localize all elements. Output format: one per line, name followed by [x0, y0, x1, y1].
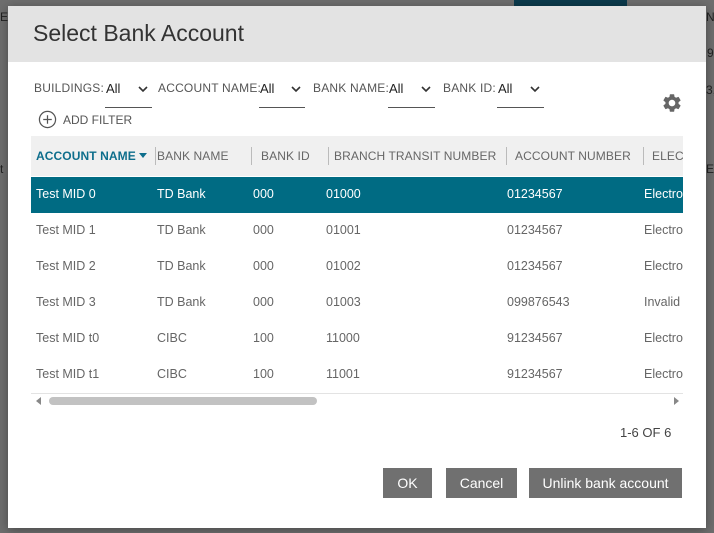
horizontal-scrollbar[interactable]: [31, 394, 683, 408]
cell-electronic: Electro: [644, 259, 683, 273]
background-text: 3,: [706, 83, 714, 97]
cell-electronic: Electro: [644, 367, 683, 381]
account-name-select[interactable]: All: [259, 78, 305, 108]
unlink-bank-account-button[interactable]: Unlink bank account: [529, 468, 682, 498]
cell-bank-id: 000: [253, 295, 274, 309]
sort-desc-icon: [138, 153, 147, 158]
cell-account-number: 01234567: [507, 187, 563, 201]
gear-icon[interactable]: [661, 92, 683, 114]
column-header-bank-name[interactable]: BANK NAME: [152, 136, 252, 176]
plus-circle-icon: [38, 110, 57, 129]
bank-id-select[interactable]: All: [497, 78, 544, 108]
column-header-text: ELECTR: [652, 149, 683, 163]
cell-branch-transit: 01002: [326, 259, 361, 273]
cell-bank-id: 000: [253, 259, 274, 273]
column-divider[interactable]: [643, 147, 644, 165]
cell-bank-name: TD Bank: [157, 187, 206, 201]
column-divider[interactable]: [251, 147, 252, 165]
cell-branch-transit: 01000: [326, 187, 361, 201]
bank-name-select[interactable]: All: [388, 78, 435, 108]
table-row[interactable]: Test MID 1 TD Bank 000 01001 01234567 El…: [31, 213, 683, 250]
column-header-text: BANK NAME: [157, 149, 229, 163]
column-header-electronic[interactable]: ELECTR: [647, 136, 683, 176]
cell-branch-transit: 01003: [326, 295, 361, 309]
select-value: All: [260, 81, 275, 96]
cell-bank-name: TD Bank: [157, 295, 206, 309]
cell-branch-transit: 11000: [326, 331, 360, 345]
column-header-text: BANK ID: [261, 149, 310, 163]
select-value: All: [389, 81, 404, 96]
cell-electronic: Electro: [644, 223, 683, 237]
scrollbar-thumb[interactable]: [49, 397, 317, 405]
bank-account-table: ACCOUNT NAME BANK NAME BANK ID BRANCH TR…: [31, 136, 683, 408]
filter-label: BUILDINGS:: [34, 81, 105, 95]
filter-label: BANK NAME:: [313, 81, 390, 95]
background-text: E: [0, 10, 9, 24]
scroll-left-icon[interactable]: [36, 397, 41, 405]
background-text: N: [706, 10, 714, 24]
cell-electronic: Electro: [644, 187, 683, 201]
cell-branch-transit: 11001: [326, 367, 360, 381]
buildings-select[interactable]: All: [105, 78, 152, 108]
cell-bank-name: CIBC: [157, 331, 187, 345]
cell-bank-name: TD Bank: [157, 259, 206, 273]
dialog-header: Select Bank Account: [8, 6, 706, 62]
column-header-text: ACCOUNT NAME: [36, 149, 136, 163]
cell-account-number: 099876543: [507, 295, 570, 309]
background-text: t: [0, 162, 4, 176]
pagination-count: 1-6 OF 6: [620, 425, 672, 440]
cell-bank-id: 100: [253, 331, 274, 345]
select-bank-account-dialog: Select Bank Account BUILDINGS: All ACCOU…: [8, 6, 706, 528]
cell-account-name: Test MID 0: [36, 187, 96, 201]
chevron-down-icon: [291, 86, 301, 93]
cell-account-number: 91234567: [507, 367, 563, 381]
select-value: All: [106, 81, 121, 96]
scroll-right-icon[interactable]: [674, 397, 679, 405]
add-filter-label: ADD FILTER: [63, 113, 133, 127]
column-header-label: ACCOUNT NAME: [36, 149, 147, 163]
cell-account-name: Test MID 1: [36, 223, 96, 237]
cell-bank-id: 000: [253, 223, 274, 237]
cancel-button[interactable]: Cancel: [446, 468, 517, 498]
dialog-title: Select Bank Account: [33, 20, 244, 46]
cell-account-name: Test MID t0: [36, 331, 100, 345]
background-text: E: [706, 162, 714, 176]
column-divider[interactable]: [506, 147, 507, 165]
cell-bank-id: 000: [253, 187, 274, 201]
select-value: All: [498, 81, 513, 96]
ok-button[interactable]: OK: [383, 468, 432, 498]
cell-account-name: Test MID 3: [36, 295, 96, 309]
chevron-down-icon: [138, 86, 148, 93]
chevron-down-icon: [530, 86, 540, 93]
table-row[interactable]: Test MID t1 CIBC 100 11001 91234567 Elec…: [31, 357, 683, 394]
table-row[interactable]: Test MID 3 TD Bank 000 01003 099876543 I…: [31, 285, 683, 322]
cell-electronic: Electro: [644, 331, 683, 345]
cell-electronic: Invalid: [644, 295, 681, 309]
cell-account-number: 01234567: [507, 259, 563, 273]
column-header-branch-transit-number[interactable]: BRANCH TRANSIT NUMBER: [329, 136, 507, 176]
table-header: ACCOUNT NAME BANK NAME BANK ID BRANCH TR…: [31, 136, 683, 176]
background-text: 9: [707, 46, 714, 60]
table-row[interactable]: Test MID 0 TD Bank 000 01000 01234567 El…: [31, 177, 683, 214]
column-header-bank-id[interactable]: BANK ID: [256, 136, 329, 176]
cell-bank-id: 100: [253, 367, 274, 381]
column-header-text: ACCOUNT NUMBER: [515, 149, 631, 163]
column-header-account-name[interactable]: ACCOUNT NAME: [31, 136, 156, 176]
filter-label: ACCOUNT NAME:: [158, 81, 262, 95]
filter-bar: BUILDINGS: All ACCOUNT NAME: All BANK NA…: [34, 78, 574, 108]
cell-account-name: Test MID 2: [36, 259, 96, 273]
filter-label: BANK ID:: [443, 81, 496, 95]
column-header-account-number[interactable]: ACCOUNT NUMBER: [510, 136, 644, 176]
column-header-text: BRANCH TRANSIT NUMBER: [334, 149, 497, 163]
cell-account-number: 91234567: [507, 331, 563, 345]
cell-branch-transit: 01001: [326, 223, 361, 237]
table-row[interactable]: Test MID 2 TD Bank 000 01002 01234567 El…: [31, 249, 683, 286]
table-row[interactable]: Test MID t0 CIBC 100 11000 91234567 Elec…: [31, 321, 683, 358]
cell-account-number: 01234567: [507, 223, 563, 237]
chevron-down-icon: [421, 86, 431, 93]
cell-bank-name: TD Bank: [157, 223, 206, 237]
cell-account-name: Test MID t1: [36, 367, 100, 381]
cell-bank-name: CIBC: [157, 367, 187, 381]
